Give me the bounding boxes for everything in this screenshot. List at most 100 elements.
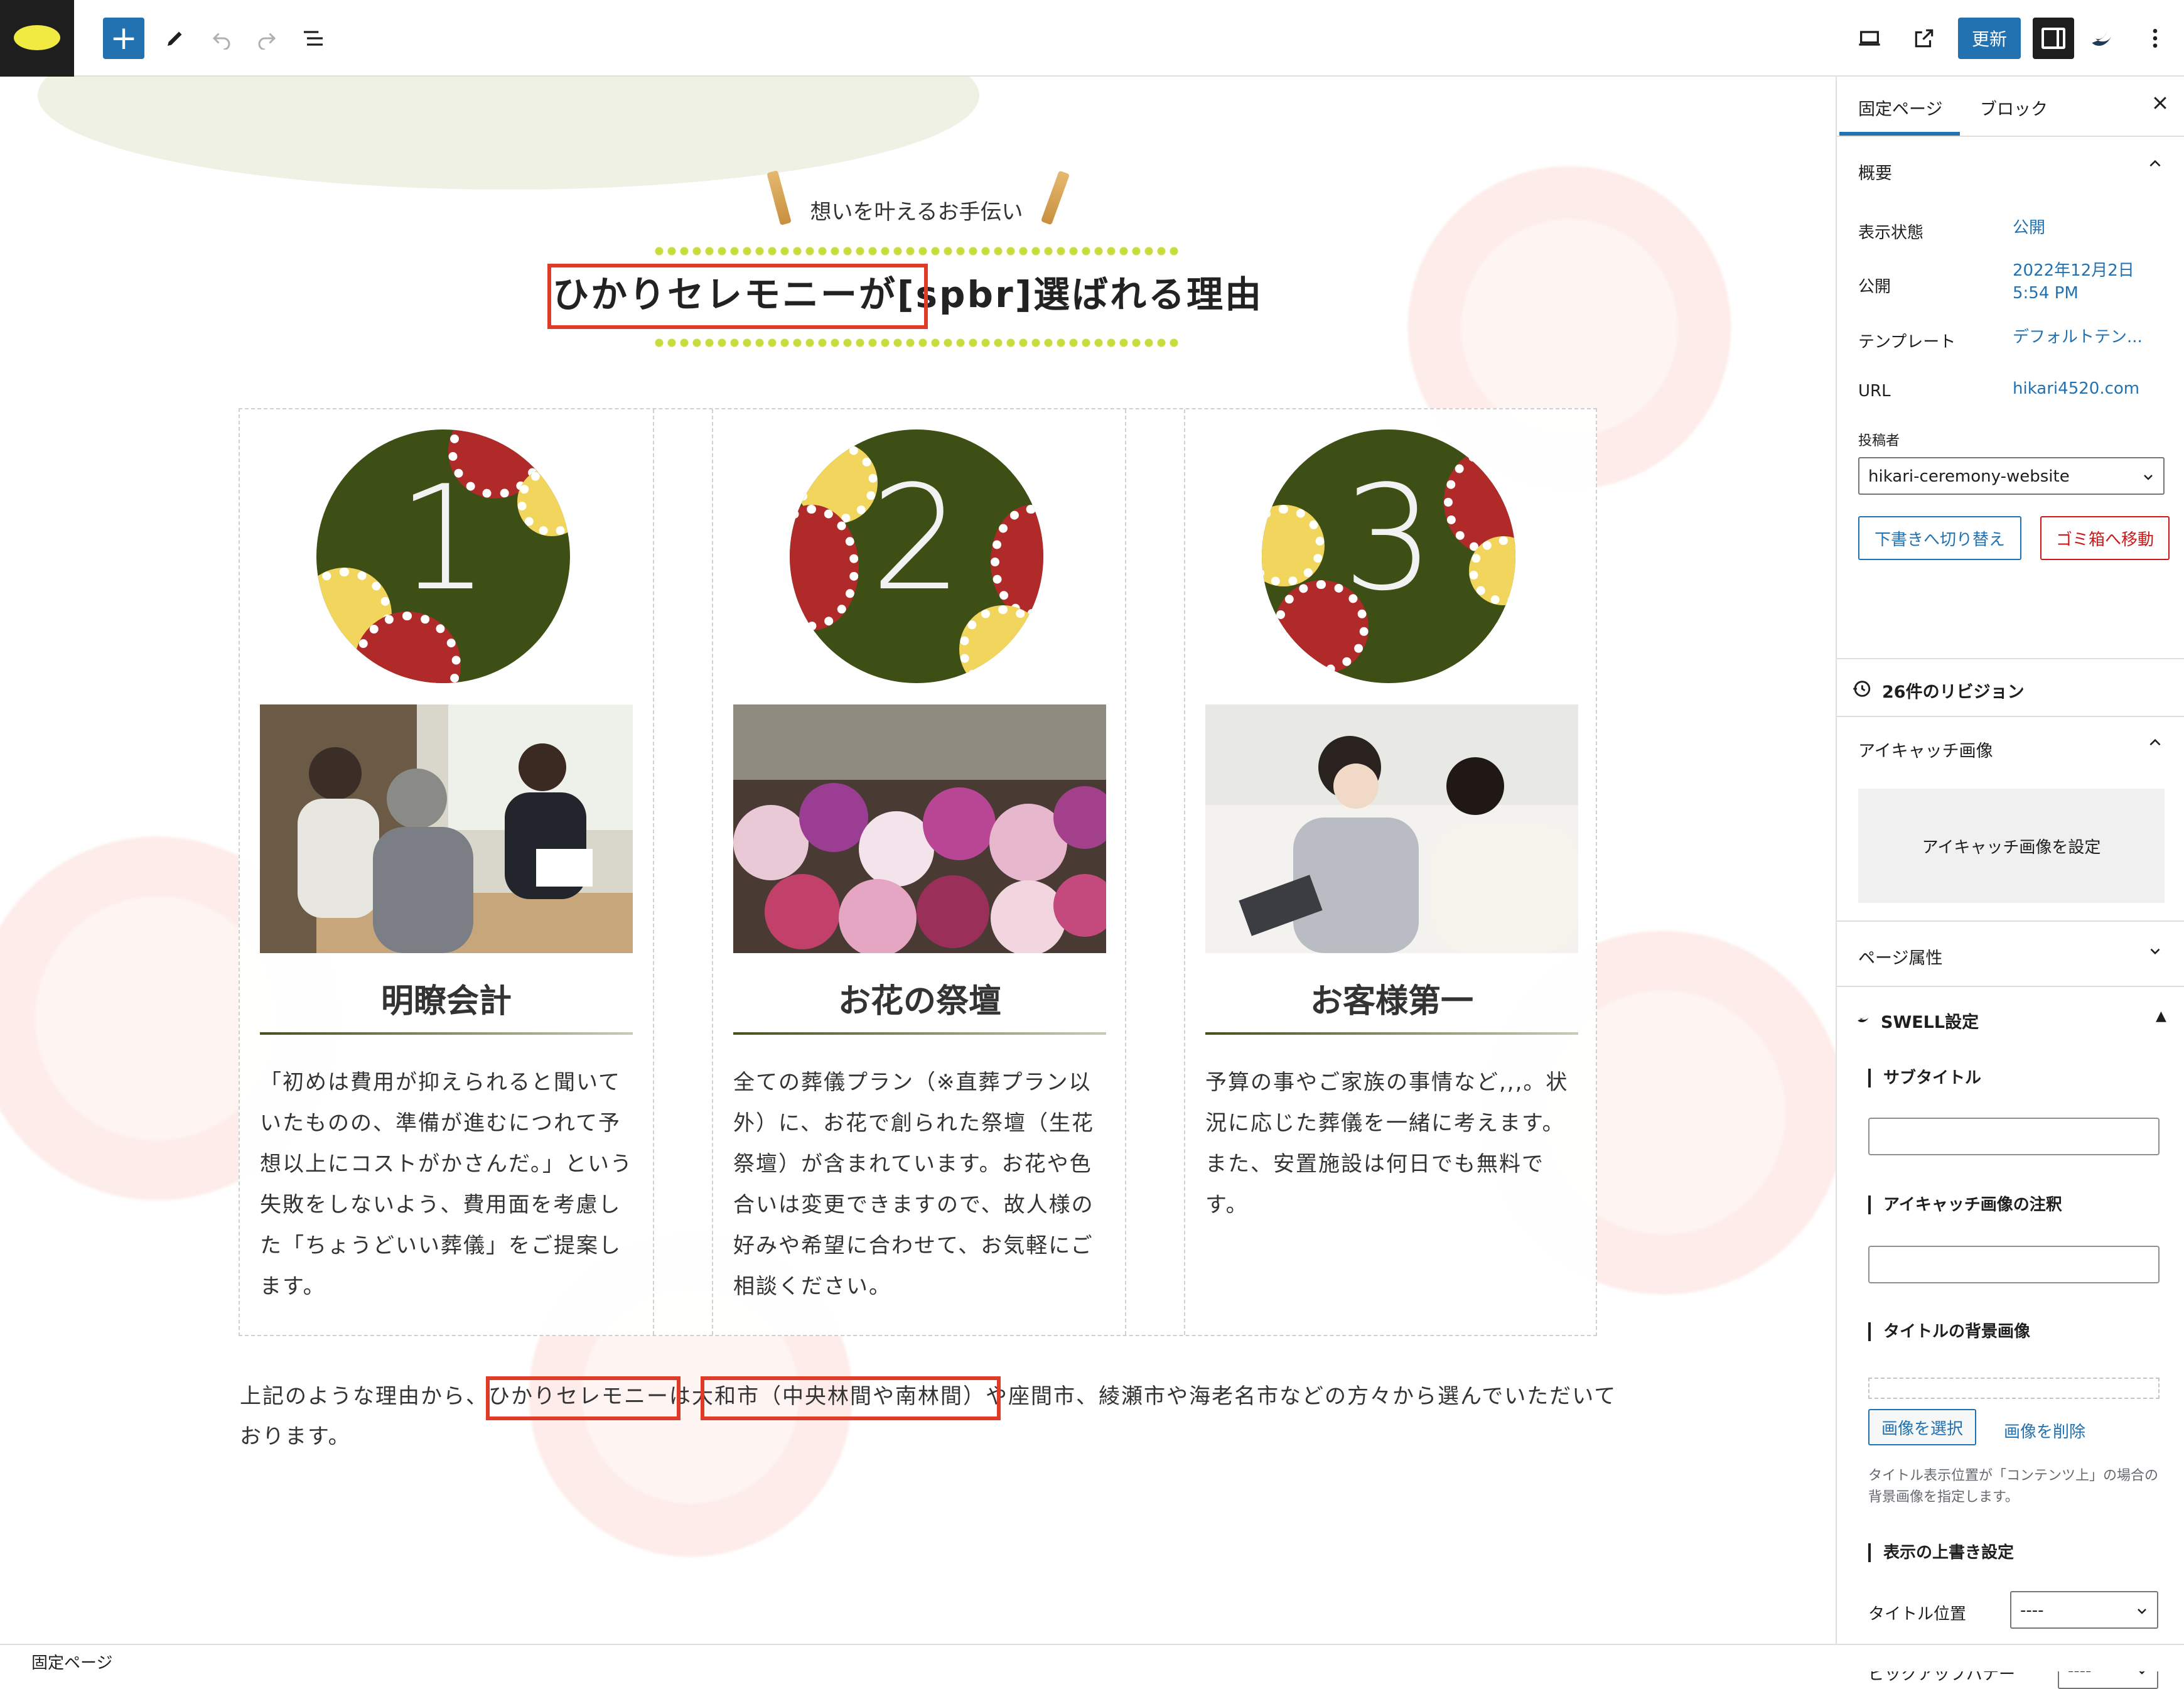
number-badge: 1 — [316, 429, 570, 683]
move-to-trash-button[interactable]: ゴミ箱へ移動 — [2040, 516, 2170, 560]
preview-device-button[interactable] — [1849, 18, 1890, 59]
swell-logo-icon — [1858, 1013, 1869, 1023]
breadcrumb-item[interactable]: 固定ページ — [31, 1654, 112, 1673]
editor-canvas: 想いを叶えるお手伝い ひかりセレモニーが[spbr]選ばれる理由 1 明瞭会計 … — [0, 77, 1836, 1644]
swell-logo-icon — [2092, 31, 2112, 46]
switch-to-draft-button[interactable]: 下書きへ切り替え — [1858, 516, 2021, 560]
summary-panel: 概要 表示状態 公開 公開 2022年12月2日 5:54 PM テンプレート … — [1837, 137, 2184, 659]
number-badge: 3 — [1262, 429, 1515, 683]
column-heading: お花の祭壇 — [837, 983, 1001, 1020]
revisions-panel[interactable]: 26件のリビジョン — [1837, 659, 2184, 717]
tab-block[interactable]: ブロック — [1980, 95, 2048, 120]
subtitle-input[interactable] — [1868, 1118, 2160, 1155]
sidebar-tabs: 固定ページ ブロック — [1837, 77, 2184, 137]
publish-time[interactable]: 5:54 PM — [2013, 283, 2079, 304]
undo-button[interactable] — [201, 18, 242, 59]
number-digit: 2 — [870, 455, 963, 623]
template-value[interactable]: デフォルトテン... — [2013, 326, 2143, 348]
list-view-button[interactable] — [293, 18, 334, 59]
heading-underline — [260, 1032, 633, 1035]
subtitle-label: サブタイトル — [1868, 1069, 1981, 1087]
number-digit: 1 — [397, 455, 490, 623]
number-digit: 3 — [1342, 455, 1435, 623]
column-heading: お客様第一 — [1310, 983, 1473, 1020]
reason-column[interactable]: 3 お客様第一 予算の事やご家族の事情など,,,。状況に応じた葬儀を一緒に考えま… — [1184, 409, 1598, 1335]
number-badge: 2 — [790, 429, 1043, 683]
template-label: テンプレート — [1858, 333, 1956, 352]
history-icon — [1853, 681, 1871, 697]
column-text[interactable]: 「初めは費用が抑えられると聞いていたものの、準備が進むにつれて予想以上にコストが… — [260, 1062, 637, 1307]
reason-column[interactable]: 2 お花の祭壇 全ての葬儀プラン（※直葬プラン以外）に、お花で創られた祭壇（生花… — [712, 409, 1126, 1335]
set-featured-image-button[interactable]: アイキャッチ画像を設定 — [1858, 789, 2165, 903]
pencil-tool-button[interactable] — [154, 18, 196, 59]
publish-label: 公開 — [1858, 278, 1891, 296]
visibility-label: 表示状態 — [1858, 224, 1924, 242]
author-value: hikari-ceremony-website — [1868, 467, 2070, 486]
title-bg-preview — [1868, 1378, 2160, 1399]
list-view-icon — [304, 31, 323, 46]
flower-altar-photo[interactable] — [733, 704, 1106, 953]
more-vertical-icon — [2153, 29, 2158, 48]
swell-settings-title[interactable]: SWELL設定 — [1881, 1008, 1979, 1033]
chrysanthemum-icon — [959, 605, 1043, 683]
breadcrumb: 固定ページ — [0, 1644, 2184, 1673]
select-image-button[interactable]: 画像を選択 — [1868, 1409, 1976, 1445]
redo-icon — [258, 33, 276, 50]
heading-underline — [1205, 1032, 1578, 1035]
delete-image-link[interactable]: 画像を削除 — [2004, 1419, 2085, 1442]
view-page-button[interactable] — [1903, 18, 1945, 59]
swell-button[interactable] — [2082, 18, 2123, 59]
chevron-down-icon — [2144, 475, 2153, 480]
site-logo[interactable] — [0, 0, 74, 77]
undo-icon — [212, 33, 230, 50]
chevron-down-icon[interactable] — [2147, 943, 2163, 964]
page-attributes-panel[interactable]: ページ属性 — [1837, 922, 2184, 987]
override-label: 表示の上書き設定 — [1868, 1543, 2014, 1562]
chevron-up-icon[interactable] — [2147, 735, 2163, 755]
author-select[interactable]: hikari-ceremony-website — [1858, 457, 2165, 495]
publish-date[interactable]: 2022年12月2日 — [2013, 260, 2134, 281]
swell-settings-panel: SWELL設定 ▲ サブタイトル アイキャッチ画像の注釈 タイトルの背景画像 画… — [1837, 987, 2184, 1689]
update-button[interactable]: 更新 — [1958, 18, 2021, 59]
url-label: URL — [1858, 382, 1891, 401]
highlight-box — [486, 1376, 680, 1420]
caption-label: アイキャッチ画像の注釈 — [1868, 1195, 2062, 1214]
top-wave-decoration — [38, 77, 979, 190]
visibility-value[interactable]: 公開 — [2013, 217, 2045, 239]
dotted-divider-bottom — [653, 337, 1180, 349]
tab-page[interactable]: 固定ページ — [1858, 95, 1942, 120]
summary-title[interactable]: 概要 — [1858, 159, 1892, 184]
featured-image-panel: アイキャッチ画像 アイキャッチ画像を設定 — [1837, 717, 2184, 922]
url-value[interactable]: hikari4520.com — [2013, 378, 2139, 399]
settings-panel-toggle[interactable] — [2033, 18, 2074, 59]
options-menu-button[interactable] — [2134, 18, 2176, 59]
highlight-box — [547, 264, 928, 329]
close-icon — [2154, 97, 2166, 109]
caret-up-icon[interactable]: ▲ — [2156, 1008, 2166, 1024]
reason-columns: 1 明瞭会計 「初めは費用が抑えられると聞いていたものの、準備が進むにつれて予想… — [239, 408, 1597, 1336]
reason-column[interactable]: 1 明瞭会計 「初めは費用が抑えられると聞いていたものの、準備が進むにつれて予想… — [240, 409, 654, 1335]
sidebar-icon — [2041, 28, 2065, 49]
page-attributes-title[interactable]: ページ属性 — [1858, 944, 1942, 969]
close-sidebar-button[interactable] — [2151, 93, 2170, 118]
column-text[interactable]: 予算の事やご家族の事情など,,,。状況に応じた葬儀を一緒に考えます。また、安置施… — [1205, 1062, 1582, 1226]
consultation-photo[interactable] — [260, 704, 633, 953]
chevron-up-icon[interactable] — [2147, 156, 2163, 176]
caption-input[interactable] — [1868, 1246, 2160, 1283]
heading-underline — [733, 1032, 1106, 1035]
external-link-icon — [1915, 29, 1934, 48]
highlight-box — [701, 1376, 1001, 1420]
pencil-icon — [168, 31, 182, 46]
settings-sidebar: 固定ページ ブロック 概要 表示状態 公開 公開 2022年12月2日 5:54… — [1836, 77, 2184, 1689]
column-heading: 明瞭会計 — [380, 983, 512, 1020]
redo-button[interactable] — [246, 18, 288, 59]
title-position-value: ---- — [2020, 1601, 2044, 1620]
add-block-button[interactable]: + — [103, 18, 144, 59]
active-tab-indicator — [1839, 132, 1960, 136]
column-text[interactable]: 全ての葬儀プラン（※直葬プラン以外）に、お花で創られた祭壇（生花祭壇）が含まれて… — [733, 1062, 1110, 1307]
author-label: 投稿者 — [1858, 433, 1900, 449]
revisions-link[interactable]: 26件のリビジョン — [1882, 678, 2025, 703]
title-position-select[interactable]: ---- — [2010, 1591, 2158, 1629]
customer-service-photo[interactable] — [1205, 704, 1578, 953]
featured-image-title[interactable]: アイキャッチ画像 — [1858, 737, 1993, 762]
